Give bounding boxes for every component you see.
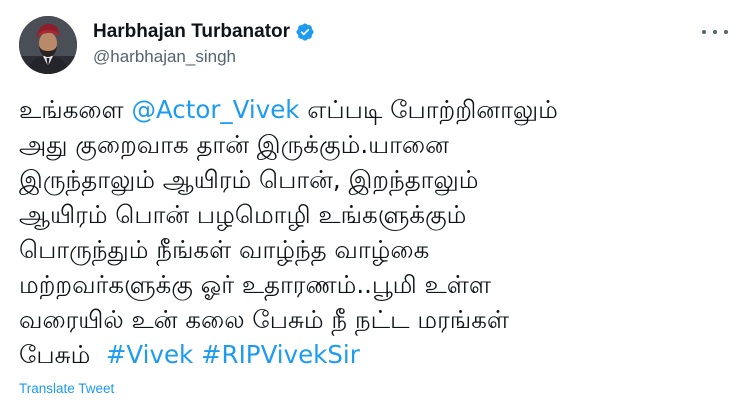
tweet-line: பொருந்தும் நீங்கள் வாழ்ந்த வாழ்கை bbox=[19, 235, 430, 264]
tweet-line: அது குறைவாக தான் இருக்கும்.யானை bbox=[19, 130, 449, 159]
more-options-icon bbox=[702, 30, 706, 34]
tweet-line: இருந்தாலும் ஆயிரம் பொன், இறந்தாலும் bbox=[19, 165, 479, 194]
author-name-row: Harbhajan Turbanator bbox=[93, 21, 315, 43]
tweet-text: உங்களை @Actor_Vivek எப்படி போற்றினாலும் … bbox=[19, 92, 731, 372]
tweet: Harbhajan Turbanator @harbhajan_singh உங… bbox=[0, 0, 738, 407]
translate-tweet-link[interactable]: Translate Tweet bbox=[19, 381, 114, 396]
avatar[interactable] bbox=[19, 16, 77, 74]
mention-link[interactable]: @Actor_Vivek bbox=[131, 95, 299, 124]
profile-photo-icon bbox=[19, 16, 77, 74]
hashtag-link[interactable]: #Vivek bbox=[106, 340, 193, 369]
tweet-line: பேசும் #Vivek #RIPVivekSir bbox=[19, 340, 360, 369]
author-handle[interactable]: @harbhajan_singh bbox=[93, 46, 236, 68]
hashtag-link[interactable]: #RIPVivekSir bbox=[201, 340, 360, 369]
more-options-icon-dot bbox=[724, 30, 728, 34]
tweet-line: மற்றவர்களுக்கு ஓர் உதாரணம்..பூமி உள்ள bbox=[19, 270, 491, 299]
tweet-line: உங்களை @Actor_Vivek எப்படி போற்றினாலும் bbox=[19, 95, 558, 124]
tweet-line: வரையில் உன் கலை பேசும் நீ நட்ட மரங்கள் bbox=[19, 305, 510, 334]
author-display-name[interactable]: Harbhajan Turbanator bbox=[93, 21, 290, 43]
verified-badge-icon bbox=[296, 23, 314, 41]
tweet-line: ஆயிரம் பொன் பழமொழி உங்களுக்கும் bbox=[19, 200, 467, 229]
more-options-icon-dot bbox=[713, 30, 717, 34]
more-options-button[interactable] bbox=[702, 22, 728, 42]
